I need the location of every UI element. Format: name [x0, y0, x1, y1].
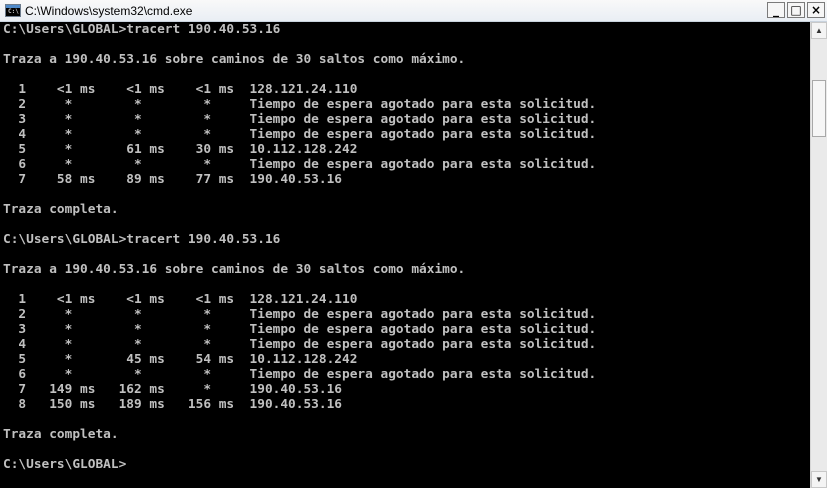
maximize-button[interactable]: □	[787, 2, 805, 18]
vertical-scrollbar[interactable]: ▲ ▼	[810, 22, 827, 488]
console-line: 3 * * * Tiempo de espera agotado para es…	[3, 322, 597, 337]
window-controls: _ □ ×	[767, 2, 825, 20]
console-line: C:\Users\GLOBAL>	[3, 457, 127, 472]
console-line: 5 * 61 ms 30 ms 10.112.128.242	[3, 142, 358, 157]
console-line: 3 * * * Tiempo de espera agotado para es…	[3, 112, 597, 127]
cmd-window: C:\ C:\Windows\system32\cmd.exe _ □ × C:…	[0, 0, 827, 488]
console-line: 7 149 ms 162 ms * 190.40.53.16	[3, 382, 342, 397]
cmd-app-icon-text: C:\	[8, 8, 19, 15]
console-line: 6 * * * Tiempo de espera agotado para es…	[3, 367, 597, 382]
console-line: 7 58 ms 89 ms 77 ms 190.40.53.16	[3, 172, 342, 187]
console-line: 6 * * * Tiempo de espera agotado para es…	[3, 157, 597, 172]
title-bar[interactable]: C:\ C:\Windows\system32\cmd.exe _ □ ×	[0, 0, 827, 22]
console-line: 1 <1 ms <1 ms <1 ms 128.121.24.110	[3, 292, 358, 307]
window-title: C:\Windows\system32\cmd.exe	[25, 4, 193, 18]
console-line: 8 150 ms 189 ms 156 ms 190.40.53.16	[3, 397, 342, 412]
cmd-app-icon[interactable]: C:\	[5, 4, 21, 17]
console-line: C:\Users\GLOBAL>tracert 190.40.53.16	[3, 232, 281, 247]
minimize-button[interactable]: _	[767, 2, 785, 18]
console-line: 4 * * * Tiempo de espera agotado para es…	[3, 337, 597, 352]
close-button[interactable]: ×	[807, 2, 825, 18]
console-text: C:\Users\GLOBAL>tracert 190.40.53.16 Tra…	[0, 22, 810, 472]
console-line: Traza completa.	[3, 202, 119, 217]
console-line: 2 * * * Tiempo de espera agotado para es…	[3, 97, 597, 112]
console-line: 2 * * * Tiempo de espera agotado para es…	[3, 307, 597, 322]
console-line: 1 <1 ms <1 ms <1 ms 128.121.24.110	[3, 82, 358, 97]
console-line: 5 * 45 ms 54 ms 10.112.128.242	[3, 352, 358, 367]
console-line: Traza a 190.40.53.16 sobre caminos de 30…	[3, 52, 466, 67]
console-line: Traza completa.	[3, 427, 119, 442]
console-line: 4 * * * Tiempo de espera agotado para es…	[3, 127, 597, 142]
console-line: Traza a 190.40.53.16 sobre caminos de 30…	[3, 262, 466, 277]
console-line: C:\Users\GLOBAL>tracert 190.40.53.16	[3, 22, 281, 37]
scroll-up-button[interactable]: ▲	[811, 22, 827, 39]
console-output[interactable]: C:\Users\GLOBAL>tracert 190.40.53.16 Tra…	[0, 22, 810, 488]
scroll-thumb[interactable]	[812, 80, 826, 137]
scroll-down-button[interactable]: ▼	[811, 471, 827, 488]
